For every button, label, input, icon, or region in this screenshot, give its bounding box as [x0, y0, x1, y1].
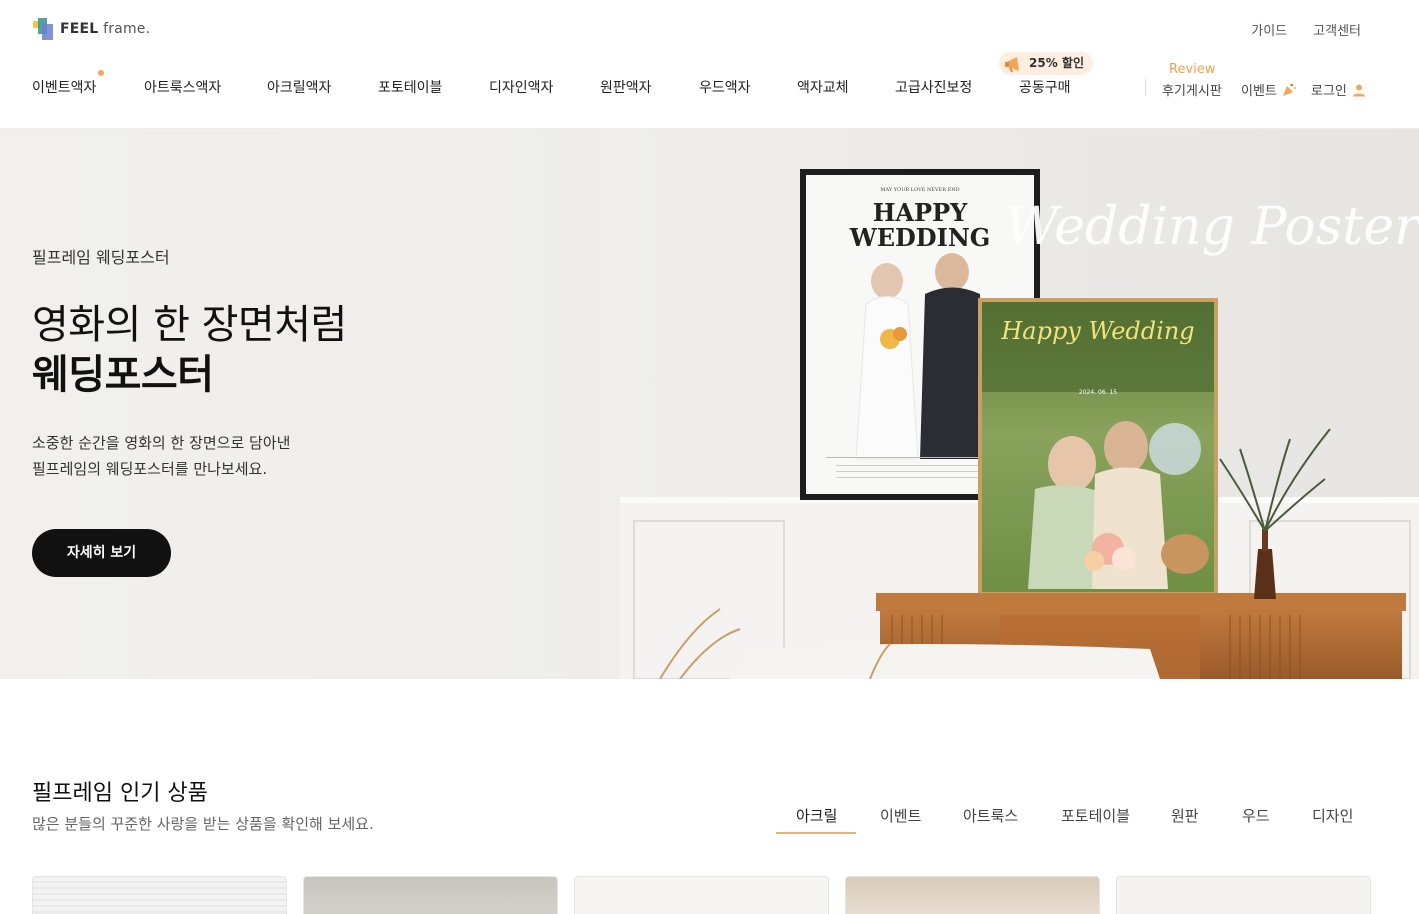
hero-image: MAY YOUR LOVE NEVER END HAPPY WEDDING We… — [600, 129, 1419, 679]
site-logo[interactable]: FEEL frame. — [33, 18, 150, 40]
party-popper-icon — [1282, 83, 1296, 96]
tab-photo-table[interactable]: 포토테이블 — [1061, 805, 1130, 826]
nav-item-event-frame[interactable]: 이벤트액자 — [32, 70, 105, 97]
site-header: FEEL frame. 가이드 고객센터 이벤트액자 아트룩스액자 아크릴액자 … — [0, 0, 1419, 129]
logo-wordmark: FEEL frame. — [60, 21, 151, 37]
guide-link[interactable]: 가이드 — [1251, 20, 1287, 39]
sale-badge-text: 25% 할인 — [1029, 56, 1084, 70]
event-label: 이벤트 — [1241, 84, 1277, 99]
poster1-small-text: MAY YOUR LOVE NEVER END — [880, 187, 959, 193]
nav-item-photo-retouch[interactable]: 고급사진보정 — [895, 77, 972, 97]
login-link[interactable]: 로그인 — [1311, 80, 1366, 99]
script-title: Wedding Poster — [1005, 197, 1419, 257]
customer-center-link[interactable]: 고객센터 — [1313, 20, 1361, 39]
nav-item-acrylic-frame[interactable]: 아크릴액자 — [267, 77, 331, 97]
product-card[interactable] — [32, 876, 287, 914]
tab-acrylic[interactable]: 아크릴 — [796, 805, 837, 826]
nav-item-original-frame[interactable]: 원판액자 — [600, 77, 652, 97]
divider — [1145, 79, 1146, 96]
hero-title-line2: 웨딩포스터 — [32, 352, 214, 398]
section-description: 많은 분들의 꾸준한 사랑을 받는 상품을 확인해 보세요. — [32, 815, 374, 833]
view-details-button[interactable]: 자세히 보기 — [32, 529, 171, 577]
tab-design[interactable]: 디자인 — [1312, 805, 1353, 826]
nav-label: 이벤트액자 — [32, 80, 97, 96]
product-card[interactable] — [1116, 876, 1371, 914]
user-icon — [1352, 84, 1365, 96]
hero-desc-line1: 소중한 순간을 영화의 한 장면으로 담아낸 — [32, 434, 291, 452]
poster1-title-2: WEDDING — [849, 223, 991, 252]
tab-artlux[interactable]: 아트룩스 — [963, 805, 1018, 826]
active-tab-indicator — [776, 832, 856, 834]
login-label: 로그인 — [1311, 84, 1347, 99]
hero-desc-line2: 필프레임의 웨딩포스터를 만나보세요. — [32, 460, 268, 478]
nav-item-wood-frame[interactable]: 우드액자 — [699, 77, 751, 97]
event-link[interactable]: 이벤트 — [1241, 80, 1297, 99]
poster2-title: Happy Wedding — [1000, 317, 1194, 345]
sale-badge: 25% 할인 — [999, 52, 1093, 75]
hero-banner: 필프레임 웨딩포스터 영화의 한 장면처럼 웨딩포스터 소중한 순간을 영화의 … — [0, 129, 1419, 679]
product-card[interactable] — [845, 876, 1100, 914]
logo-icon — [33, 18, 53, 40]
poster2-date: 2024. 06. 15 — [1079, 389, 1117, 396]
nav-item-frame-replace[interactable]: 액자교체 — [797, 77, 849, 97]
product-card[interactable] — [303, 876, 558, 914]
new-dot-badge — [98, 70, 105, 76]
section-title: 필프레임 인기 상품 — [32, 781, 208, 806]
review-board-link[interactable]: 후기게시판 — [1162, 80, 1222, 99]
review-tag: Review — [1169, 62, 1216, 77]
nav-item-group-buy[interactable]: 공동구매 — [1019, 77, 1071, 97]
hero-description: 소중한 순간을 영화의 한 장면으로 담아낸 필프레임의 웨딩포스터를 만나보세… — [32, 430, 290, 482]
nav-item-photo-table[interactable]: 포토테이블 — [378, 77, 442, 97]
nav-item-design-frame[interactable]: 디자인액자 — [489, 77, 553, 97]
tab-event[interactable]: 이벤트 — [880, 805, 921, 826]
nav-item-artlux-frame[interactable]: 아트룩스액자 — [144, 77, 221, 97]
megaphone-icon — [1005, 57, 1019, 73]
tab-wood[interactable]: 우드 — [1242, 805, 1270, 826]
hero-subtitle: 필프레임 웨딩포스터 — [32, 248, 170, 267]
tab-original[interactable]: 원판 — [1171, 805, 1199, 826]
product-card[interactable] — [574, 876, 829, 914]
product-list — [32, 876, 1372, 914]
utility-links: 가이드 고객센터 — [1251, 20, 1361, 39]
